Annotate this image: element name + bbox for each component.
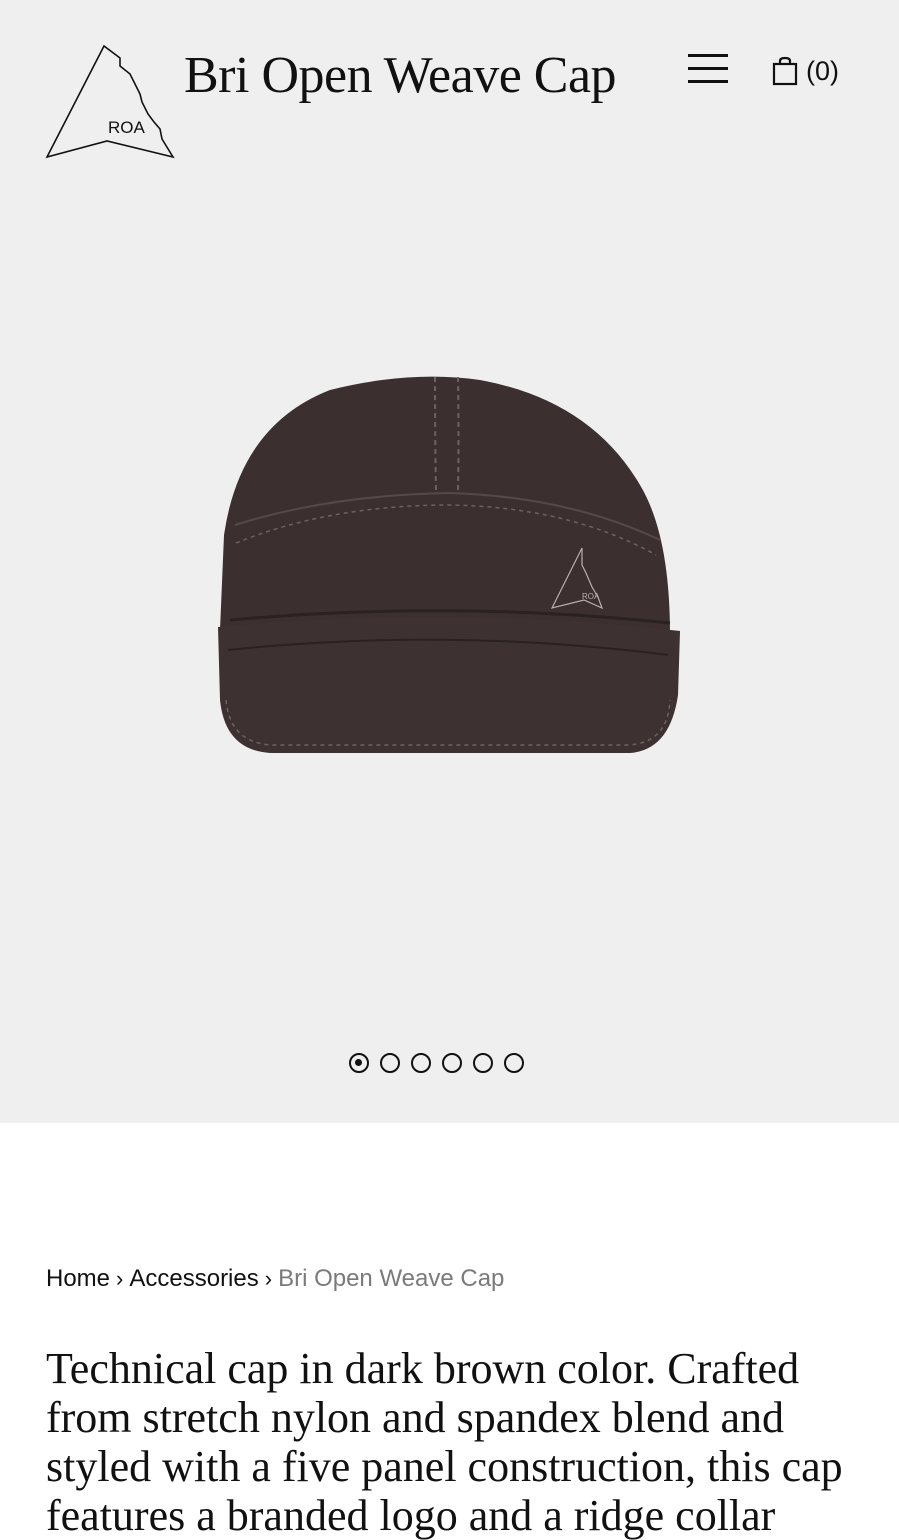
cap-image: ROA [218,376,680,753]
product-description: Technical cap in dark brown color. Craft… [46,1344,843,1540]
gallery-dot-4[interactable] [442,1053,462,1073]
breadcrumb: Home › Accessories › Bri Open Weave Cap [46,1262,504,1296]
breadcrumb-current: Bri Open Weave Cap [278,1265,505,1292]
page-title: Bri Open Weave Cap [184,47,617,104]
breadcrumb-separator: › [116,1266,124,1291]
shopping-bag-icon [772,56,798,86]
svg-text:ROA: ROA [108,118,146,137]
svg-text:ROA: ROA [582,592,600,601]
roa-logo-icon: ROA [45,44,175,159]
menu-button[interactable] [686,52,730,86]
gallery-dot-1[interactable] [349,1053,369,1073]
brand-logo[interactable]: ROA [44,44,176,162]
gallery-pagination [349,1053,524,1073]
gallery-dot-3[interactable] [411,1053,431,1073]
cart-count: (0) [806,55,839,86]
cart-button[interactable]: (0) [772,54,839,88]
hamburger-menu-icon [688,54,728,57]
gallery-dot-2[interactable] [380,1053,400,1073]
breadcrumb-home[interactable]: Home [46,1265,110,1292]
gallery-dot-5[interactable] [473,1053,493,1073]
gallery-dot-6[interactable] [504,1053,524,1073]
product-gallery: ROA Bri Open Weave Cap (0) ROA [0,0,899,1123]
product-image[interactable]: ROA [210,365,690,765]
breadcrumb-separator: › [264,1266,273,1291]
breadcrumb-accessories[interactable]: Accessories [129,1265,258,1292]
